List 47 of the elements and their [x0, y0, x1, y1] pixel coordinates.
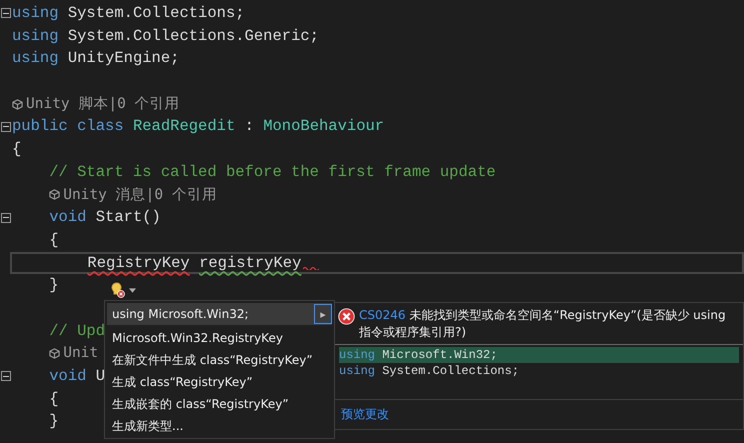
code-text: System.Collections; — [68, 3, 245, 24]
code-text: } — [49, 411, 59, 432]
cube-icon — [49, 348, 60, 360]
collapse-icon[interactable] — [1, 212, 11, 223]
menu-item[interactable]: 生成 class“RegistryKey” — [107, 371, 332, 393]
code-text: RegistryKey — [87, 252, 190, 274]
collapse-icon[interactable] — [1, 8, 11, 18]
code-comment: // Upd — [49, 320, 106, 342]
menu-item[interactable]: 在新文件中生成 class“RegistryKey” — [107, 349, 332, 371]
error-message: CS0246 未能找到类型或命名空间名“RegistryKey”(是否缺少 using 指令或程序集引用?) — [359, 307, 727, 341]
keyword: void — [49, 207, 86, 228]
type-name: ReadRegedit — [132, 116, 236, 138]
preview-changes-link[interactable]: 预览更改 — [341, 407, 389, 421]
code-text: registryKey — [199, 252, 302, 274]
code-text: { — [49, 388, 59, 410]
code-comment: // Start is called before the first frame update — [49, 162, 496, 183]
error-code-link[interactable]: CS0246 — [359, 308, 406, 322]
collapse-icon[interactable] — [1, 122, 11, 132]
code-lens[interactable]: Unit — [49, 342, 98, 366]
cube-icon — [49, 189, 60, 200]
preview-line: using System.Collections; — [339, 363, 520, 379]
code-text: } — [49, 275, 59, 296]
code-text: UnityEngine; — [68, 48, 180, 70]
caret-icon — [129, 288, 136, 292]
keyword: void — [49, 366, 86, 387]
code-text: { — [12, 139, 22, 160]
keyword: using — [12, 3, 59, 24]
keyword: public class — [12, 116, 124, 138]
lightbulb-error-icon — [110, 282, 126, 298]
type-name: MonoBehaviour — [263, 116, 384, 138]
code-text: : — [244, 116, 255, 138]
code-text: Start() — [96, 207, 161, 228]
code-lens[interactable]: Unity 消息|0 个引用 — [49, 184, 217, 206]
menu-item[interactable]: 生成新类型... — [107, 415, 332, 437]
collapse-icon[interactable] — [1, 371, 11, 382]
menu-item[interactable]: 生成嵌套的 class“RegistryKey” — [107, 393, 332, 415]
menu-item[interactable]: Microsoft.Win32.RegistryKey — [107, 327, 332, 349]
error-icon — [338, 308, 355, 325]
keyword: using — [12, 26, 59, 47]
code-lens[interactable]: Unity 脚本|0 个引用 — [12, 92, 180, 116]
code-text: U — [96, 366, 106, 387]
code-text: System.Collections.Generic; — [68, 26, 319, 47]
submenu-arrow-button[interactable]: ▸ — [314, 304, 332, 324]
menu-item[interactable]: using Microsoft.Win32; ▸ — [107, 303, 332, 325]
code-text: { — [49, 230, 59, 251]
cube-icon — [12, 98, 23, 110]
keyword: using — [12, 48, 59, 70]
